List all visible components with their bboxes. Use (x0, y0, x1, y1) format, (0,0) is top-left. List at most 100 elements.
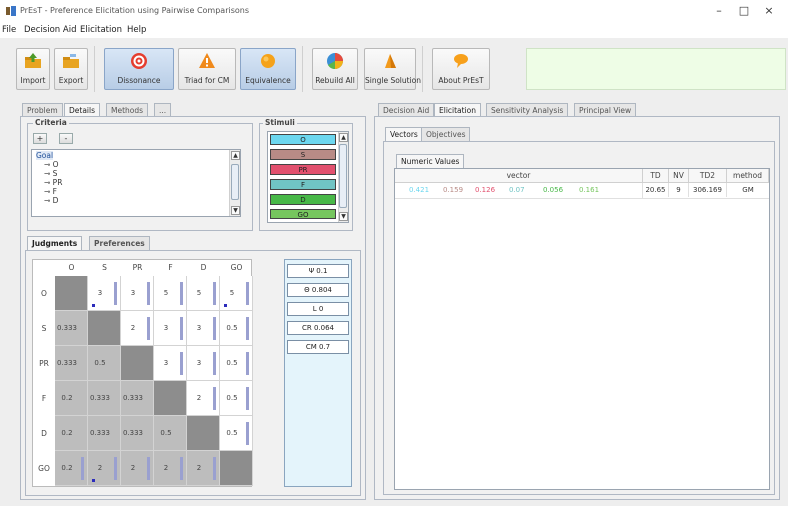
stimulus-o[interactable]: O (270, 134, 336, 145)
tab-judgments[interactable]: Judgments (27, 236, 83, 250)
judgment-bar (180, 352, 183, 375)
matrix-cell[interactable]: 5 (220, 276, 253, 311)
matrix-cell[interactable]: 0.5 (154, 416, 187, 451)
menu-elicitation[interactable]: Elicitation (80, 25, 122, 35)
matrix-cell[interactable]: 0.333 (88, 416, 121, 451)
equivalence-button[interactable]: Equivalence (240, 48, 296, 90)
single-solution-button[interactable]: Single Solution (364, 48, 421, 90)
stimulus-d[interactable]: D (270, 194, 336, 205)
column-header-nv[interactable]: NV (669, 169, 689, 183)
matrix-cell[interactable]: 2 (187, 381, 220, 416)
scroll-thumb[interactable] (231, 164, 239, 200)
consistency-stat: L 0 (287, 302, 349, 316)
remove-criterion-button[interactable]: - (59, 133, 73, 144)
tab-preferences[interactable]: Preferences (89, 236, 150, 250)
matrix-cell[interactable]: 0.333 (121, 381, 154, 416)
tree-item-o[interactable]: ⊸ O (44, 160, 59, 169)
tab-decision-aid[interactable]: Decision Aid (378, 103, 435, 117)
stimuli-scrollbar[interactable]: ▲ ▼ (338, 132, 348, 222)
judgment-bar (213, 387, 216, 410)
stimulus-s[interactable]: S (270, 149, 336, 160)
triad-for-cm-button[interactable]: Triad for CM (178, 48, 236, 90)
matrix-cell[interactable]: 5 (187, 276, 220, 311)
menu-decision-aid[interactable]: Decision Aid (24, 25, 76, 35)
matrix-cell[interactable]: 3 (154, 346, 187, 381)
column-header-vector[interactable]: vector (395, 169, 643, 183)
scroll-down-arrow-icon[interactable]: ▼ (231, 206, 240, 215)
tree-item-f[interactable]: ⊸ F (44, 187, 57, 196)
tree-item-d[interactable]: ⊸ D (44, 196, 58, 205)
column-header-td[interactable]: TD (643, 169, 669, 183)
matrix-row-header: GO (38, 464, 50, 473)
tab-numeric-values[interactable]: Numeric Values (396, 154, 465, 168)
matrix-cell[interactable]: 2 (121, 311, 154, 346)
matrix-cell[interactable]: 0.333 (55, 346, 88, 381)
tab-sensitivity-analysis[interactable]: Sensitivity Analysis (486, 103, 569, 117)
matrix-cell[interactable]: 0.5 (220, 346, 253, 381)
import-button[interactable]: Import (16, 48, 50, 90)
matrix-cell[interactable]: 0.5 (220, 311, 253, 346)
matrix-cell (187, 416, 220, 451)
criteria-tree[interactable]: Goal ⊸ O ⊸ S ⊸ PR ⊸ F ⊸ D ▲ ▼ (31, 149, 241, 217)
scroll-up-arrow-icon[interactable]: ▲ (231, 151, 240, 160)
matrix-cell[interactable]: 2 (154, 451, 187, 486)
column-header-method[interactable]: method (727, 169, 769, 183)
vector-value: 0.159 (443, 186, 464, 194)
minimize-button[interactable]: – (707, 3, 731, 19)
matrix-cell[interactable]: 2 (121, 451, 154, 486)
matrix-cell[interactable]: 0.2 (55, 381, 88, 416)
scroll-up-arrow-icon[interactable]: ▲ (339, 133, 348, 142)
column-header-td2[interactable]: TD2 (689, 169, 727, 183)
tree-item-goal[interactable]: Goal (36, 151, 54, 160)
add-criterion-button[interactable]: + (33, 133, 47, 144)
dissonance-button[interactable]: Dissonance (104, 48, 174, 90)
table-row[interactable]: 0.421 0.159 0.126 0.07 0.056 0.161 20.65 9 30… (395, 183, 769, 199)
matrix-cell[interactable]: 3 (187, 346, 220, 381)
criteria-scrollbar[interactable]: ▲ ▼ (229, 150, 240, 216)
scroll-down-arrow-icon[interactable]: ▼ (339, 212, 348, 221)
menu-help[interactable]: Help (127, 25, 146, 35)
tab-elicitation[interactable]: Elicitation (434, 103, 482, 117)
tab-methods[interactable]: Methods (106, 103, 149, 117)
matrix-cell[interactable]: 2 (187, 451, 220, 486)
matrix-cell-value: 0.333 (89, 394, 111, 402)
stimulus-f[interactable]: F (270, 179, 336, 190)
tab-vectors[interactable]: Vectors (385, 127, 423, 141)
warning-triangle-icon (199, 53, 215, 68)
rebuild-all-button[interactable]: Rebuild All (312, 48, 358, 90)
matrix-cell[interactable]: 5 (154, 276, 187, 311)
matrix-cell[interactable]: 3 (154, 311, 187, 346)
matrix-cell[interactable]: 2 (88, 451, 121, 486)
tree-item-pr[interactable]: ⊸ PR (44, 178, 62, 187)
about-prest-button[interactable]: About PrEsT (432, 48, 490, 90)
matrix-cell[interactable]: 0.2 (55, 416, 88, 451)
tree-item-s[interactable]: ⊸ S (44, 169, 57, 178)
matrix-cell[interactable]: 3 (187, 311, 220, 346)
tree-item-label: F (52, 187, 57, 196)
matrix-cell[interactable]: 0.5 (220, 381, 253, 416)
matrix-cell-value: 3 (163, 324, 169, 332)
matrix-cell[interactable]: 0.5 (220, 416, 253, 451)
maximize-button[interactable]: □ (732, 3, 756, 19)
close-button[interactable]: × (757, 3, 781, 19)
menu-file[interactable]: File (2, 25, 16, 35)
title-bar: PrEsT - Preference Elicitation using Pai… (0, 0, 788, 22)
tab-principal-view[interactable]: Principal View (574, 103, 637, 117)
matrix-cell[interactable]: 0.5 (88, 346, 121, 381)
matrix-cell[interactable]: 0.333 (121, 416, 154, 451)
matrix-cell[interactable]: 3 (121, 276, 154, 311)
scroll-thumb[interactable] (339, 144, 347, 208)
vector-value: 0.126 (475, 186, 496, 194)
export-button[interactable]: Export (54, 48, 88, 90)
tab-more[interactable]: ... (154, 103, 172, 117)
tab-objectives[interactable]: Objectives (421, 127, 471, 141)
stimulus-pr[interactable]: PR (270, 164, 336, 175)
tab-details[interactable]: Details (64, 103, 101, 117)
tab-problem[interactable]: Problem (22, 103, 63, 117)
matrix-cell[interactable]: 0.2 (55, 451, 88, 486)
stimulus-go[interactable]: GO (270, 209, 336, 219)
matrix-cell[interactable]: 3 (88, 276, 121, 311)
judgment-marker (92, 479, 95, 482)
matrix-cell[interactable]: 0.333 (88, 381, 121, 416)
matrix-cell[interactable]: 0.333 (55, 311, 88, 346)
